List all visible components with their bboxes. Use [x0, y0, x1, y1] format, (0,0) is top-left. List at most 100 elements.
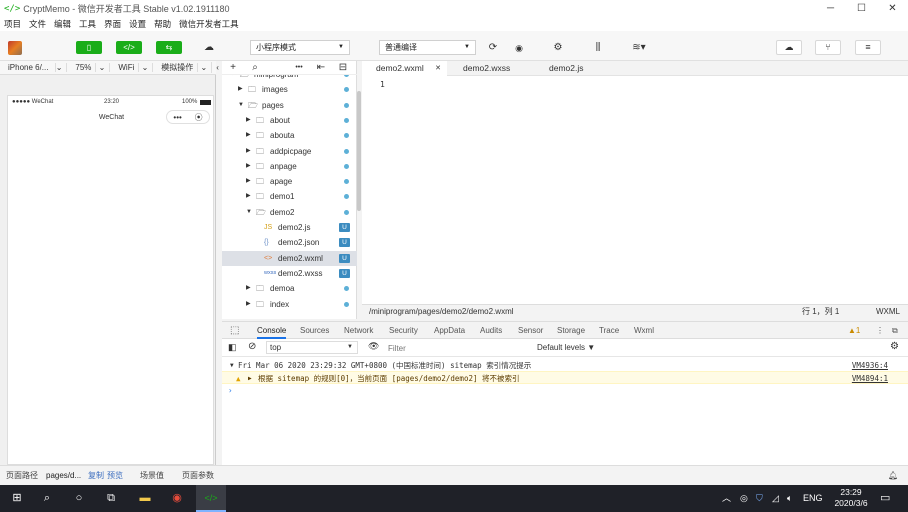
more-icon[interactable]: •••: [288, 64, 310, 71]
tree-folder[interactable]: ▶ 🗀 about: [222, 113, 357, 128]
preview-link[interactable]: 预览: [107, 466, 123, 485]
more-icon[interactable]: •••: [173, 113, 181, 122]
tree-folder[interactable]: ▶ 🗀 demo1: [222, 189, 357, 204]
outline-icon[interactable]: ⇤: [310, 62, 332, 73]
code-editor[interactable]: 1: [362, 76, 908, 304]
cortana-icon[interactable]: ○: [64, 485, 94, 512]
clock[interactable]: 23:29 2020/3/6: [828, 487, 874, 509]
menu-settings[interactable]: 设置: [129, 18, 146, 30]
mode-select[interactable]: 小程序模式 ▼: [250, 40, 350, 55]
minimize-button[interactable]: ─: [815, 0, 846, 17]
close-tab-icon[interactable]: ✕: [435, 61, 441, 76]
start-windows-icon[interactable]: ⊞: [2, 485, 32, 512]
settings-gear-icon[interactable]: ⚙: [890, 341, 899, 352]
language-mode[interactable]: WXML: [876, 305, 900, 319]
tree-folder[interactable]: ▶ 🗀 anpage: [222, 159, 357, 174]
console-prompt[interactable]: ›: [222, 384, 908, 397]
menu-tools[interactable]: 工具: [79, 18, 96, 30]
chevron-down-icon[interactable]: ▼: [246, 205, 252, 220]
debugger-toggle-button[interactable]: ⇆: [156, 41, 182, 54]
menu-project[interactable]: 项目: [4, 18, 21, 30]
tray-expand-icon[interactable]: ︿: [722, 485, 731, 512]
console-filter-input[interactable]: [388, 342, 528, 354]
tree-folder[interactable]: ▶ 🗀 abouta: [222, 128, 357, 143]
chevron-right-icon[interactable]: ▶: [238, 82, 243, 97]
defender-shield-icon[interactable]: ⛉: [756, 485, 763, 512]
search-icon[interactable]: ⌕: [244, 62, 266, 73]
copy-path-link[interactable]: 复制: [88, 466, 104, 485]
action-center-icon[interactable]: ▭: [880, 485, 890, 512]
tab-console[interactable]: Console: [257, 322, 287, 339]
device-select[interactable]: iPhone 6/... ⌄: [0, 63, 68, 72]
simulator-toggle-button[interactable]: ▯: [76, 41, 102, 54]
collapse-all-icon[interactable]: ⊟: [332, 62, 354, 73]
tab-demo2-wxml[interactable]: demo2.wxml ✕: [362, 61, 447, 76]
chevron-right-icon[interactable]: ▶: [246, 128, 251, 143]
avatar[interactable]: [8, 41, 22, 55]
live-expression-icon[interactable]: 👁: [368, 341, 379, 352]
scene-value-button[interactable]: 场景值: [140, 466, 164, 485]
tab-demo2-wxss[interactable]: demo2.wxss: [449, 61, 535, 76]
tree-folder[interactable]: ▶ 🗀 demoa: [222, 281, 357, 296]
chevron-right-icon[interactable]: ▶: [246, 189, 251, 204]
wechat-devtools-taskbar-icon[interactable]: </>: [196, 485, 226, 512]
menu-devtools[interactable]: 微信开发者工具: [179, 18, 239, 30]
zoom-select[interactable]: 75% ⌄: [67, 63, 111, 72]
preview-icon[interactable]: ◉: [511, 41, 527, 55]
more-options-icon[interactable]: ⋮: [876, 322, 884, 339]
file-explorer-icon[interactable]: ▬: [130, 485, 160, 512]
tab-network[interactable]: Network: [344, 322, 373, 339]
tree-folder[interactable]: ▶ 🗀 index: [222, 297, 357, 312]
volume-icon[interactable]: 🔈︎: [787, 485, 792, 512]
chevron-right-icon[interactable]: ▶: [246, 144, 251, 159]
tab-security[interactable]: Security: [389, 322, 418, 339]
search-icon[interactable]: ⌕: [32, 485, 62, 512]
menu-edit[interactable]: 编辑: [54, 18, 71, 30]
chevron-right-icon[interactable]: ▶: [246, 174, 251, 189]
tab-audits[interactable]: Audits: [480, 322, 502, 339]
menu-file[interactable]: 文件: [29, 18, 46, 30]
wifi-icon[interactable]: ◿: [772, 485, 779, 512]
tree-folder[interactable]: ▶ 🗀 addpicpage: [222, 144, 357, 159]
add-file-icon[interactable]: +: [222, 62, 244, 73]
sidebar-toggle-icon[interactable]: ◧: [228, 342, 237, 353]
chevron-right-icon[interactable]: ▶: [246, 159, 251, 174]
tree-scrollbar[interactable]: [357, 91, 361, 211]
version-button[interactable]: ⑂: [815, 40, 841, 55]
split-layout-icon[interactable]: ⫼: [590, 41, 606, 55]
tree-file[interactable]: JS demo2.js U: [222, 220, 357, 235]
warning-count[interactable]: ▲1: [848, 322, 860, 339]
chevron-down-icon[interactable]: ▼: [238, 98, 244, 113]
input-language[interactable]: ENG: [803, 485, 823, 512]
cursor-position[interactable]: 行 1，列 1: [802, 305, 839, 319]
operation-select[interactable]: 模拟操作 ⌄: [153, 62, 213, 73]
compile-select[interactable]: 普通编译 ▼: [379, 40, 476, 55]
page-params-button[interactable]: 页面参数: [182, 466, 214, 485]
tab-trace[interactable]: Trace: [599, 322, 619, 339]
tree-file[interactable]: wxss demo2.wxss U: [222, 266, 357, 281]
tab-sources[interactable]: Sources: [300, 322, 329, 339]
upload-button[interactable]: ☁: [776, 40, 802, 55]
tab-demo2-js[interactable]: demo2.js: [535, 61, 621, 76]
chevron-right-icon[interactable]: ▶: [246, 297, 251, 312]
chrome-icon[interactable]: ◉: [162, 485, 192, 512]
tree-folder[interactable]: ▼ 🗁 demo2: [222, 205, 357, 220]
tab-storage[interactable]: Storage: [557, 322, 585, 339]
chevron-right-icon[interactable]: ▶: [246, 281, 251, 296]
network-select[interactable]: WiFi ⌄: [110, 63, 154, 72]
chevron-down-icon[interactable]: ▼: [230, 75, 236, 82]
tray-app-icon[interactable]: ◎: [740, 485, 748, 512]
task-view-icon[interactable]: ⧉: [96, 485, 126, 512]
details-button[interactable]: ≡: [855, 40, 881, 55]
cloud-dev-icon[interactable]: ☁: [201, 41, 217, 55]
editor-toggle-button[interactable]: </>: [116, 41, 142, 54]
tree-folder[interactable]: ▶ 🗀 apage: [222, 174, 357, 189]
clear-console-icon[interactable]: ⊘: [248, 341, 256, 352]
notification-bell-icon[interactable]: 🔔︎: [888, 466, 898, 485]
refresh-icon[interactable]: ⟳: [485, 41, 501, 55]
stack-menu-icon[interactable]: ≋▾: [627, 41, 651, 55]
tree-folder[interactable]: ▼ 🗁 pages: [222, 98, 357, 113]
tree-file[interactable]: {} demo2.json U: [222, 235, 357, 250]
phone-screen[interactable]: ●●●●● WeChat 23:20 100% WeChat ••• ⦿: [7, 95, 214, 465]
undock-icon[interactable]: ⧉: [892, 322, 898, 339]
